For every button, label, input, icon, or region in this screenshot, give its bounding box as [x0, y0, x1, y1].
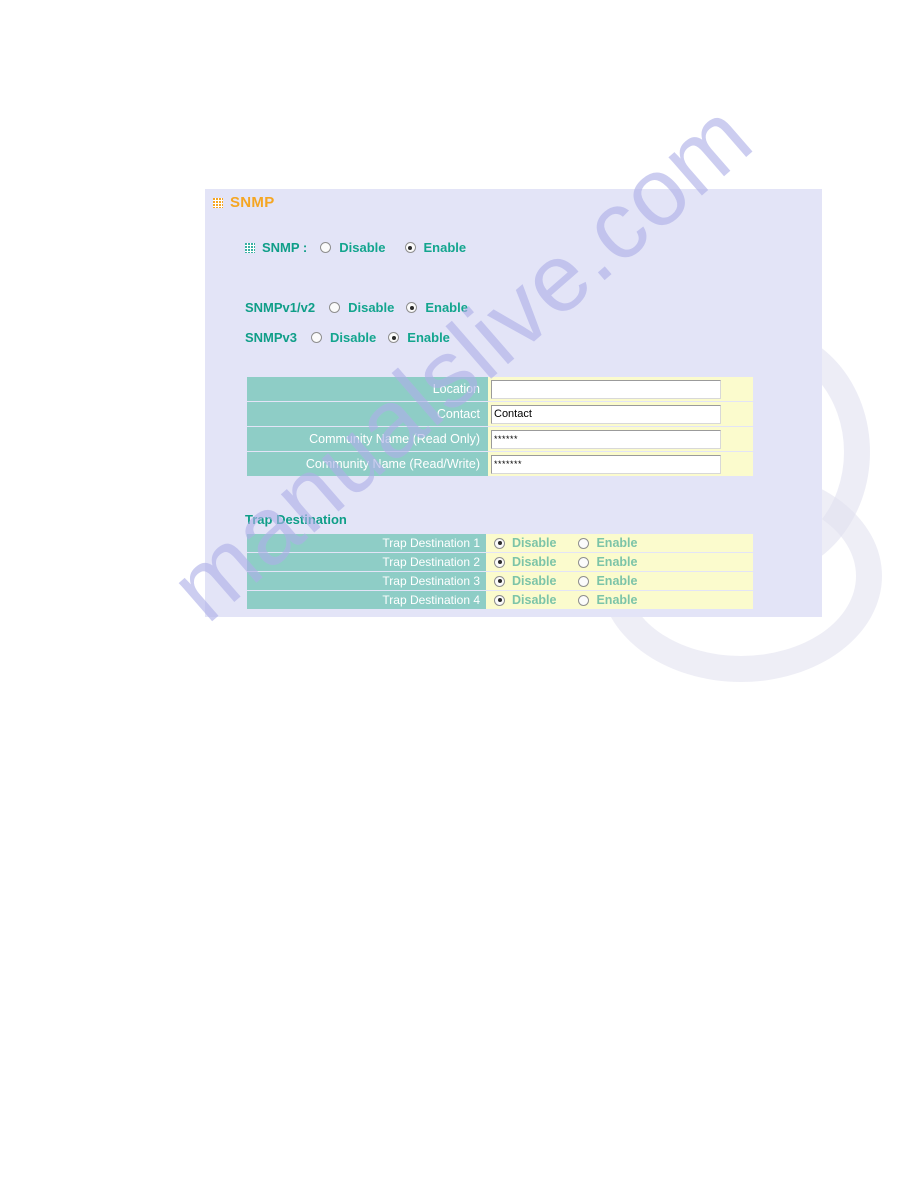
radio-button[interactable]	[494, 556, 505, 568]
snmp-v3-label: SNMPv3	[245, 330, 298, 345]
radio-button[interactable]	[494, 537, 505, 549]
snmp-master-disable-label: Disable	[339, 240, 386, 255]
trap-destination-2-options: Disable Enable	[486, 553, 753, 571]
trap-destination-4-options: Disable Enable	[486, 591, 753, 609]
snmp-master-disable-option[interactable]: Disable	[320, 240, 386, 255]
snmp-v1v2-enable-option[interactable]: Enable	[406, 300, 468, 315]
trap-destination-4-label: Trap Destination 4	[247, 591, 486, 609]
contact-input[interactable]	[491, 404, 721, 424]
trap-2-enable-option[interactable]: Enable	[578, 555, 637, 569]
community-read-only-label: Community Name (Read Only)	[247, 427, 488, 451]
contact-label: Contact	[247, 402, 488, 426]
trap-4-enable-option[interactable]: Enable	[578, 593, 637, 607]
snmp-v1v2-disable-option[interactable]: Disable	[329, 300, 394, 315]
table-row: Trap Destination 2 Disable Enable	[247, 553, 753, 571]
page-title: SNMP	[230, 194, 275, 211]
trap-destination-3-options: Disable Enable	[486, 572, 753, 590]
radio-button[interactable]	[578, 594, 590, 606]
snmp-master-enable-option[interactable]: Enable	[404, 240, 467, 255]
panel-header: SNMP	[213, 194, 275, 211]
snmp-master-row: SNMP : Disable Enable	[245, 240, 478, 255]
trap-destination-1-label: Trap Destination 1	[247, 534, 486, 552]
trap-3-disable-option[interactable]: Disable	[494, 574, 556, 588]
snmp-v3-disable-option[interactable]: Disable	[311, 330, 376, 345]
snmp-v1v2-enable-label: Enable	[425, 300, 468, 315]
trap-1-enable-label: Enable	[596, 536, 638, 550]
snmp-v3-row: SNMPv3 Disable Enable	[245, 330, 462, 345]
radio-button[interactable]	[320, 242, 332, 253]
contact-field-cell	[488, 402, 753, 426]
location-input[interactable]	[491, 379, 721, 399]
radio-button[interactable]	[388, 332, 400, 343]
trap-4-enable-label: Enable	[596, 593, 638, 607]
grid-icon	[245, 242, 255, 253]
trap-1-disable-option[interactable]: Disable	[494, 536, 556, 550]
table-row: Community Name (Read/Write)	[247, 452, 753, 476]
radio-button[interactable]	[404, 242, 416, 253]
trap-destination-table: Trap Destination 1 Disable Enable Trap D…	[247, 533, 753, 610]
snmp-master-label: SNMP :	[262, 240, 308, 255]
snmp-settings-table: Location Contact Community Name (Read On…	[247, 376, 753, 477]
radio-button[interactable]	[494, 594, 505, 606]
table-row: Contact	[247, 402, 753, 426]
snmp-v1v2-row: SNMPv1/v2 Disable Enable	[245, 300, 480, 315]
snmp-v1v2-label: SNMPv1/v2	[245, 300, 316, 315]
snmp-master-enable-label: Enable	[423, 240, 467, 255]
table-row: Trap Destination 1 Disable Enable	[247, 534, 753, 552]
community-read-write-label: Community Name (Read/Write)	[247, 452, 488, 476]
trap-3-enable-option[interactable]: Enable	[578, 574, 637, 588]
snmp-v3-enable-option[interactable]: Enable	[388, 330, 450, 345]
snmp-v3-disable-label: Disable	[330, 330, 377, 345]
trap-destination-2-label: Trap Destination 2	[247, 553, 486, 571]
radio-button[interactable]	[578, 556, 590, 568]
trap-2-enable-label: Enable	[596, 555, 638, 569]
radio-button[interactable]	[329, 302, 341, 313]
trap-destination-heading: Trap Destination	[245, 512, 347, 527]
table-row: Location	[247, 377, 753, 401]
snmp-v3-enable-label: Enable	[407, 330, 450, 345]
table-row: Community Name (Read Only)	[247, 427, 753, 451]
trap-1-disable-label: Disable	[512, 536, 557, 550]
snmp-v1v2-disable-label: Disable	[348, 300, 395, 315]
trap-4-disable-option[interactable]: Disable	[494, 593, 556, 607]
radio-button[interactable]	[578, 575, 590, 587]
trap-3-enable-label: Enable	[596, 574, 638, 588]
location-label: Location	[247, 377, 488, 401]
trap-3-disable-label: Disable	[512, 574, 557, 588]
radio-button[interactable]	[578, 537, 590, 549]
trap-1-enable-option[interactable]: Enable	[578, 536, 637, 550]
community-read-only-input[interactable]	[491, 429, 721, 449]
snmp-settings-panel: SNMP SNMP : Disable Enable SNMPv1/v2 Dis…	[205, 189, 822, 617]
community-read-write-field-cell	[488, 452, 753, 476]
trap-2-disable-option[interactable]: Disable	[494, 555, 556, 569]
trap-destination-1-options: Disable Enable	[486, 534, 753, 552]
radio-button[interactable]	[494, 575, 505, 587]
table-row: Trap Destination 3 Disable Enable	[247, 572, 753, 590]
trap-4-disable-label: Disable	[512, 593, 557, 607]
trap-destination-3-label: Trap Destination 3	[247, 572, 486, 590]
trap-2-disable-label: Disable	[512, 555, 557, 569]
radio-button[interactable]	[311, 332, 323, 343]
grid-icon	[213, 197, 223, 208]
radio-button[interactable]	[406, 302, 418, 313]
community-read-write-input[interactable]	[491, 454, 721, 474]
location-field-cell	[488, 377, 753, 401]
table-row: Trap Destination 4 Disable Enable	[247, 591, 753, 609]
community-read-only-field-cell	[488, 427, 753, 451]
